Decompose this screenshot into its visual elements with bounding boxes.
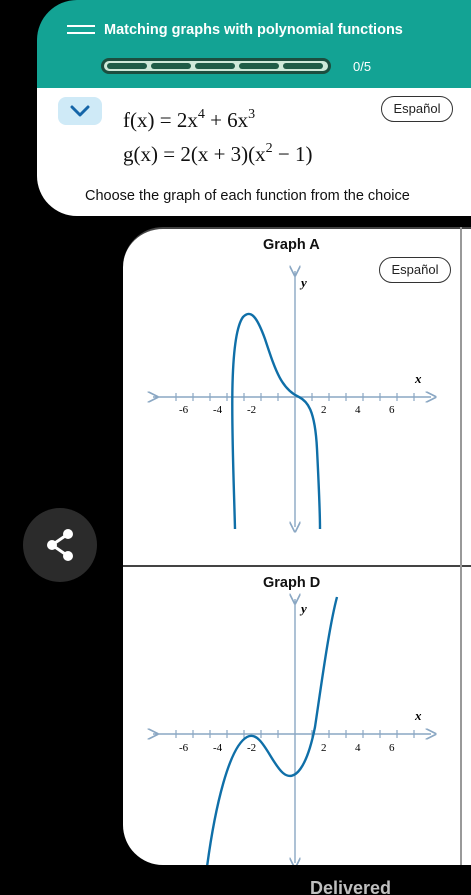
function-f-equation: f(x) = 2x4 + 6x3 bbox=[123, 107, 256, 132]
x-tick-label: 6 bbox=[389, 404, 395, 416]
graph-d-panel[interactable]: Graph D y x -6 -4 -2 2 4 6 bbox=[123, 565, 471, 865]
page-title: Matching graphs with polynomial function… bbox=[104, 22, 403, 38]
progress-segment bbox=[151, 63, 191, 69]
x-tick-label: 2 bbox=[321, 404, 327, 416]
progress-segment bbox=[195, 63, 235, 69]
progress-bar bbox=[101, 58, 331, 74]
share-button[interactable] bbox=[23, 508, 97, 582]
menu-icon[interactable] bbox=[67, 21, 95, 43]
x-tick-label: -6 bbox=[179, 404, 189, 416]
share-icon bbox=[47, 529, 73, 561]
x-tick-label: -4 bbox=[213, 404, 223, 416]
x-tick-label: 4 bbox=[355, 742, 361, 754]
progress-label: 0/5 bbox=[353, 59, 372, 74]
x-tick-label: -6 bbox=[179, 742, 189, 754]
graph-a-panel[interactable]: Graph A Español y x -6 -4 -2 2 4 6 bbox=[123, 227, 471, 565]
x-tick-label: 6 bbox=[389, 742, 395, 754]
x-tick-label: -2 bbox=[247, 742, 256, 754]
screen: { "header": { "title": "Matching graphs … bbox=[0, 0, 471, 895]
x-axis-label: x bbox=[414, 708, 422, 723]
header-bar: Matching graphs with polynomial function… bbox=[37, 0, 471, 95]
progress-segment bbox=[239, 63, 279, 69]
panel-divider bbox=[460, 227, 462, 565]
x-axis-label: x bbox=[414, 371, 422, 386]
y-axis-label: y bbox=[299, 275, 307, 290]
progress-segment bbox=[107, 63, 147, 69]
x-tick-label: 4 bbox=[355, 404, 361, 416]
chevron-down-icon bbox=[70, 105, 90, 117]
delivered-status: Delivered bbox=[310, 878, 392, 895]
graph-a-plot: y x -6 -4 -2 2 4 6 bbox=[123, 229, 471, 565]
espanol-button[interactable]: Español bbox=[381, 96, 453, 122]
graph-a-curve bbox=[231, 312, 322, 530]
collapse-button[interactable] bbox=[58, 97, 102, 125]
x-tick-label: 2 bbox=[321, 742, 327, 754]
problem-card: Español f(x) = 2x4 + 6x3 g(x) = 2(x + 3)… bbox=[37, 88, 471, 216]
progress-segment bbox=[283, 63, 323, 69]
instruction-text: Choose the graph of each function from t… bbox=[85, 188, 410, 204]
x-tick-label: -4 bbox=[213, 742, 223, 754]
y-axis-label: y bbox=[299, 601, 307, 616]
function-g-equation: g(x) = 2(x + 3)(x2 − 1) bbox=[123, 141, 313, 166]
graph-d-plot: y x -6 -4 -2 2 4 6 bbox=[123, 567, 471, 865]
x-tick-label: -2 bbox=[247, 404, 256, 416]
panel-divider bbox=[460, 565, 462, 865]
